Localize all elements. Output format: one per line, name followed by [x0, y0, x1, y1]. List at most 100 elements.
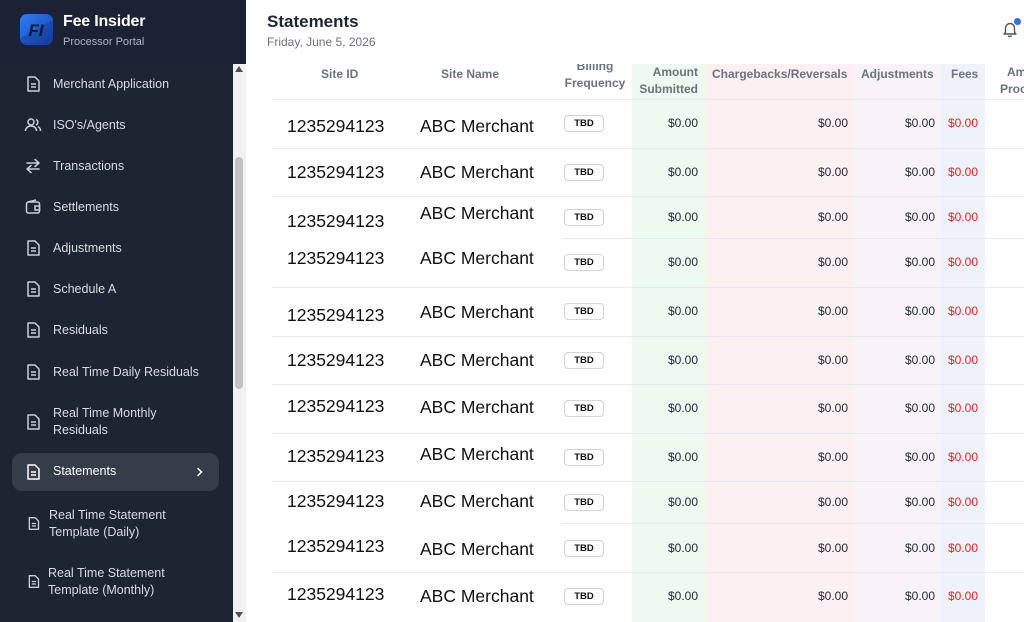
- document-icon: [27, 281, 40, 297]
- fees-cell: $0.00: [948, 116, 979, 130]
- adjustments-cell: $0.00: [904, 304, 935, 318]
- adjustments-cell: $0.00: [904, 495, 935, 509]
- document-icon: [27, 414, 40, 430]
- sidebar-item-iso-agents[interactable]: ISO's/Agents: [12, 114, 219, 136]
- sidebar-item-settlements[interactable]: Settlements: [12, 196, 219, 218]
- billing-frequency-badge: TBD: [564, 494, 604, 511]
- fees-cell: $0.00: [948, 165, 979, 179]
- chevron-right-icon: [197, 467, 203, 477]
- site-id-cell: 1235294123: [287, 350, 385, 370]
- site-id-cell: 1235294123: [287, 116, 385, 136]
- logo-icon: FI: [20, 20, 53, 45]
- sidebar-item-real-time-statement-template-monthly[interactable]: Real Time Statement Template (Monthly): [12, 562, 219, 602]
- site-name-cell: ABC Merchant: [420, 586, 534, 606]
- fees-cell: $0.00: [948, 495, 979, 509]
- header-billing-frequency[interactable]: Billing Frequency: [564, 64, 626, 92]
- site-id-cell: 1235294123: [287, 536, 385, 556]
- site-name-cell: ABC Merchant: [420, 444, 534, 464]
- site-id-cell: 1235294123: [287, 491, 385, 511]
- sidebar-item-real-time-statement-template-daily[interactable]: Real Time Statement Template (Daily): [12, 504, 219, 544]
- adjustments-cell: $0.00: [904, 401, 935, 415]
- amount-submitted-cell: $0.00: [667, 210, 698, 224]
- amount-submitted-cell: $0.00: [667, 589, 698, 603]
- header-site-name[interactable]: Site Name: [441, 66, 499, 83]
- scroll-up-arrow-icon[interactable]: [235, 66, 243, 72]
- sidebar-item-real-time-daily-residuals[interactable]: Real Time Daily Residuals: [12, 361, 219, 383]
- billing-frequency-badge: TBD: [564, 115, 604, 132]
- sidebar-item-label: Residuals: [53, 322, 108, 337]
- chargebacks-cell: $0.00: [817, 210, 848, 224]
- brand-subtitle: Processor Portal: [63, 36, 145, 48]
- sidebar-item-residuals[interactable]: Residuals: [12, 319, 219, 341]
- fees-cell: $0.00: [948, 255, 979, 269]
- site-name-cell: ABC Merchant: [420, 350, 534, 370]
- notification-dot: [1014, 18, 1021, 25]
- amount-submitted-cell: $0.00: [667, 401, 698, 415]
- scroll-down-arrow-icon[interactable]: [235, 612, 243, 618]
- header-processed-line1: Am: [1007, 65, 1024, 79]
- adjustments-cell: $0.00: [904, 541, 935, 555]
- billing-frequency-badge: TBD: [564, 303, 604, 320]
- sidebar-item-label: ISO's/Agents: [53, 117, 126, 132]
- fees-cell: $0.00: [948, 541, 979, 555]
- sidebar-item-adjustments[interactable]: Adjustments: [12, 237, 219, 259]
- chargebacks-cell: $0.00: [817, 255, 848, 269]
- fees-cell: $0.00: [948, 304, 979, 318]
- scrollbar-thumb[interactable]: [235, 157, 243, 389]
- sidebar-item-label: Real Time Daily Residuals: [53, 364, 199, 379]
- sidebar-scrollbar[interactable]: [233, 64, 246, 622]
- sidebar: Merchant Application ISO's/Agents Transa…: [0, 0, 233, 622]
- chargebacks-cell: $0.00: [817, 541, 848, 555]
- sidebar-item-label: Real Time Statement Template (Daily): [49, 508, 166, 539]
- logo-text: FI: [28, 21, 44, 40]
- amount-submitted-cell: $0.00: [667, 450, 698, 464]
- billing-frequency-badge: TBD: [564, 588, 604, 605]
- chargebacks-cell: $0.00: [817, 401, 848, 415]
- header-chargebacks[interactable]: Chargebacks/Reversals: [712, 66, 847, 83]
- site-name-cell: ABC Merchant: [420, 162, 534, 182]
- header-site-id[interactable]: Site ID: [321, 66, 358, 83]
- site-id-cell: 1235294123: [287, 248, 385, 268]
- amount-submitted-cell: $0.00: [667, 353, 698, 367]
- header-amount-line2: Submitted: [639, 82, 698, 96]
- site-name-cell: ABC Merchant: [420, 248, 534, 268]
- site-name-cell: ABC Merchant: [420, 203, 534, 223]
- document-icon: [27, 364, 40, 380]
- fees-cell: $0.00: [948, 589, 979, 603]
- document-icon: [28, 517, 40, 530]
- logo: FI: [20, 14, 53, 45]
- header-fees[interactable]: Fees: [951, 66, 978, 83]
- header-adjustments[interactable]: Adjustments: [861, 66, 934, 83]
- adjustments-cell: $0.00: [904, 116, 935, 130]
- sidebar-item-label: Settlements: [53, 199, 120, 214]
- header-amount-submitted[interactable]: Amount Submitted: [636, 64, 698, 98]
- wallet-icon: [25, 199, 41, 214]
- sidebar-item-merchant-application[interactable]: Merchant Application: [12, 73, 219, 95]
- chargebacks-cell: $0.00: [817, 450, 848, 464]
- adjustments-cell: $0.00: [904, 210, 935, 224]
- chargebacks-cell: $0.00: [817, 495, 848, 509]
- users-icon: [24, 118, 42, 132]
- header-billing-line1: Billing: [576, 64, 614, 73]
- billing-frequency-badge: TBD: [564, 449, 604, 466]
- billing-frequency-badge: TBD: [564, 352, 604, 369]
- statements-table: Site ID Site Name Billing Frequency Amou…: [246, 64, 1024, 622]
- sidebar-item-label: Schedule A: [53, 281, 117, 296]
- adjustments-cell: $0.00: [904, 353, 935, 367]
- amount-submitted-cell: $0.00: [667, 255, 698, 269]
- site-id-cell: 1235294123: [287, 446, 385, 466]
- billing-frequency-badge: TBD: [564, 400, 604, 417]
- document-icon: [27, 464, 40, 480]
- header-processed-line2: Proc: [1000, 82, 1024, 96]
- sidebar-item-transactions[interactable]: Transactions: [12, 155, 219, 177]
- sidebar-item-statements[interactable]: Statements: [12, 453, 219, 491]
- sidebar-item-real-time-monthly-residuals[interactable]: Real Time Monthly Residuals: [12, 402, 219, 442]
- header-amount-processed[interactable]: Am Proc: [1000, 64, 1024, 98]
- amount-submitted-cell: $0.00: [667, 165, 698, 179]
- document-icon: [27, 240, 40, 256]
- document-icon: [27, 76, 40, 92]
- site-name-cell: ABC Merchant: [420, 302, 534, 322]
- site-name-cell: ABC Merchant: [420, 539, 534, 559]
- sidebar-item-schedule-a[interactable]: Schedule A: [12, 278, 219, 300]
- site-name-cell: ABC Merchant: [420, 397, 534, 417]
